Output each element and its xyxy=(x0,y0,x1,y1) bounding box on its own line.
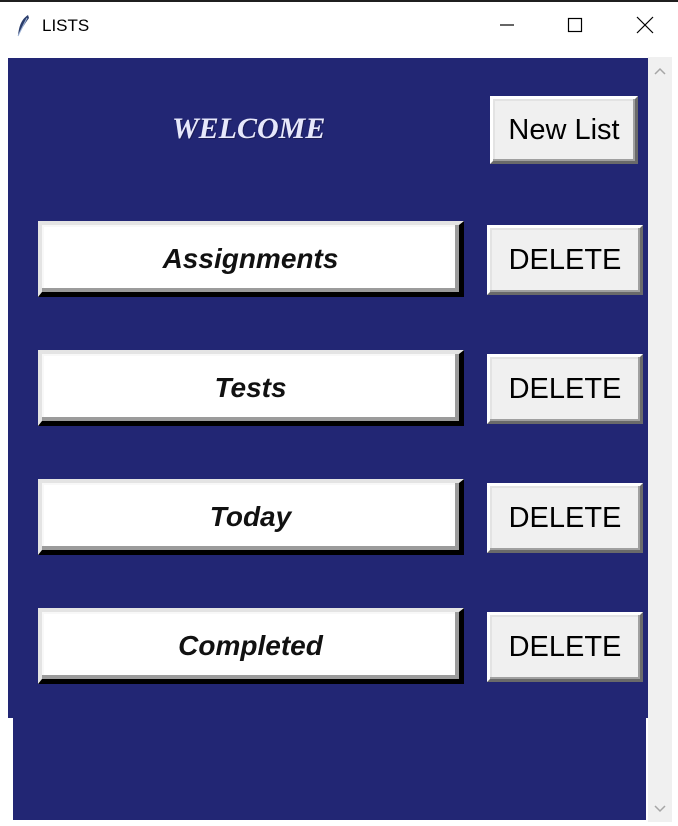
delete-button-completed[interactable]: DELETE xyxy=(487,612,643,682)
minimize-icon xyxy=(499,17,515,38)
delete-button-today[interactable]: DELETE xyxy=(487,483,643,553)
close-button[interactable] xyxy=(610,4,678,50)
delete-button-tests[interactable]: DELETE xyxy=(487,354,643,424)
maximize-button[interactable] xyxy=(540,4,610,50)
vertical-scrollbar[interactable] xyxy=(648,57,672,822)
title-bar[interactable]: LISTS xyxy=(0,2,678,52)
list-button-completed[interactable]: Completed xyxy=(38,608,464,684)
chevron-down-icon[interactable] xyxy=(654,801,666,819)
maximize-icon xyxy=(567,17,583,38)
list-button-assignments[interactable]: Assignments xyxy=(38,221,464,297)
chevron-up-icon[interactable] xyxy=(654,63,666,81)
new-list-button[interactable]: New List xyxy=(490,96,638,164)
feather-icon xyxy=(16,14,30,38)
close-icon xyxy=(636,16,654,39)
welcome-heading: WELCOME xyxy=(172,112,326,145)
main-panel-bottom xyxy=(13,718,646,820)
window-title: LISTS xyxy=(42,16,90,35)
minimize-button[interactable] xyxy=(472,4,542,50)
delete-button-assignments[interactable]: DELETE xyxy=(487,225,643,295)
list-button-today[interactable]: Today xyxy=(38,479,464,555)
list-button-tests[interactable]: Tests xyxy=(38,350,464,426)
